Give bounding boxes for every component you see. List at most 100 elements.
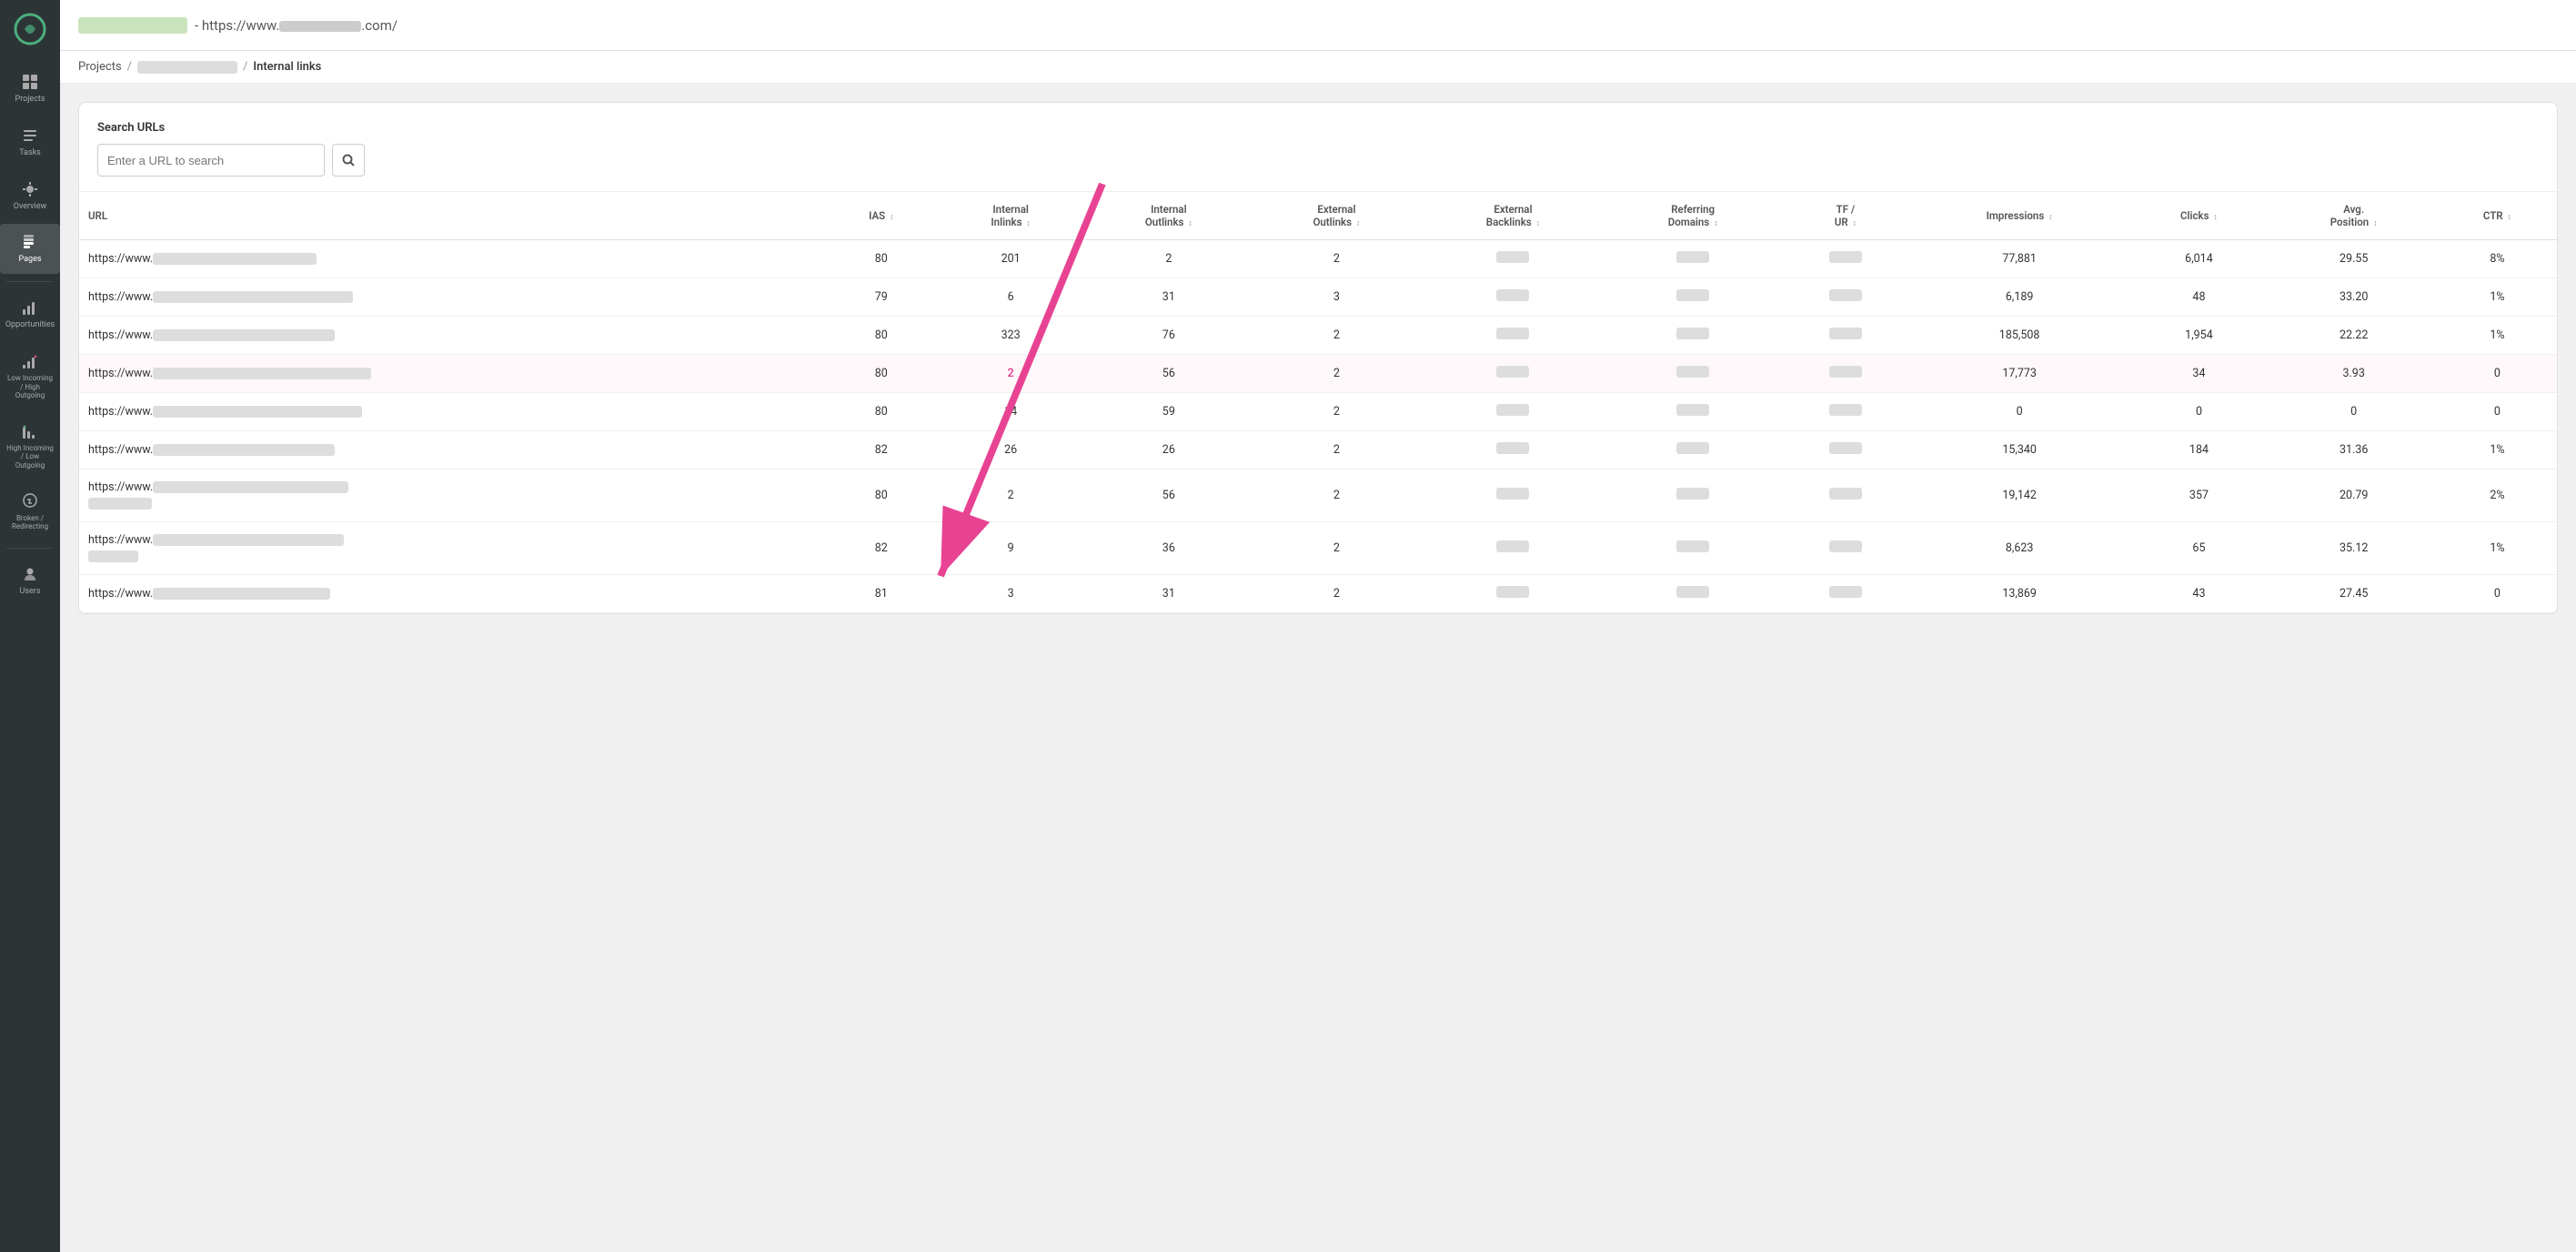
url-blurred [153,329,335,341]
backlinks-cell [1421,575,1605,613]
topbar-brand: - https://www..com/ [78,17,397,34]
col-tf-ur[interactable]: TF /UR ↕ [1780,192,1911,240]
cell-blurred [1829,251,1862,263]
url-blurred [153,444,335,456]
inlinks-cell: 3 [937,575,1085,613]
impressions-cell: 15,340 [1911,431,2128,470]
cell-blurred [1676,366,1709,378]
url-cell: https://www. [79,431,826,470]
breadcrumb-projects[interactable]: Projects [78,60,122,74]
cell-blurred [1829,328,1862,339]
url-blurred-2 [88,550,138,562]
sidebar-item-pages[interactable]: Pages [0,224,60,274]
sidebar-item-opportunities[interactable]: Opportunities [0,289,60,339]
ctr-cell: 0 [2438,575,2557,613]
url-cell: https://www. [79,240,826,278]
col-external-backlinks[interactable]: ExternalBacklinks ↕ [1421,192,1605,240]
sidebar-item-tasks-label: Tasks [19,148,41,158]
url-cell: https://www. [79,522,826,575]
clicks-cell: 6,014 [2128,240,2269,278]
cell-blurred [1829,540,1862,552]
tf-ur-cell [1780,522,1911,575]
cell-blurred [1676,442,1709,454]
ref-domains-cell [1605,355,1780,393]
col-impressions[interactable]: Impressions ↕ [1911,192,2128,240]
impressions-cell: 13,869 [1911,575,2128,613]
col-internal-outlinks[interactable]: InternalOutlinks ↕ [1085,192,1253,240]
sidebar-item-pages-label: Pages [19,255,42,265]
col-internal-inlinks[interactable]: InternalInlinks ↕ [937,192,1085,240]
search-label: Search URLs [97,121,2539,135]
outlinks-cell: 31 [1085,575,1253,613]
breadcrumb-project-name [137,61,237,74]
cell-blurred [1676,488,1709,500]
cell-blurred [1676,540,1709,552]
cell-blurred [1676,586,1709,598]
topbar: - https://www..com/ [60,0,2576,51]
ref-domains-cell [1605,522,1780,575]
url-text: https://www. [88,533,153,547]
col-ctr[interactable]: CTR ↕ [2438,192,2557,240]
col-url[interactable]: URL [79,192,826,240]
col-avg-position[interactable]: Avg.Position ↕ [2270,192,2438,240]
col-external-outlinks[interactable]: ExternalOutlinks ↕ [1253,192,1421,240]
table-body: https://www. 80 201 2 2 77,881 6,014 29.… [79,240,2557,613]
avg-pos-cell: 31.36 [2270,431,2438,470]
ctr-cell: 1% [2438,317,2557,355]
backlinks-cell [1421,431,1605,470]
breadcrumb-current: Internal links [253,60,321,74]
ias-cell: 81 [826,575,937,613]
url-cell: https://www. [79,317,826,355]
ias-cell: 80 [826,393,937,431]
search-input[interactable] [97,144,325,177]
inlinks-cell: 2 [937,470,1085,522]
sidebar-item-low-incoming-label: Low Incoming / High Outgoing [5,374,55,400]
col-clicks[interactable]: Clicks ↕ [2128,192,2269,240]
col-ias[interactable]: IAS ↕ [826,192,937,240]
clicks-cell: 48 [2128,278,2269,317]
inlinks-cell: 9 [937,522,1085,575]
col-referring-domains[interactable]: ReferringDomains ↕ [1605,192,1780,240]
search-button[interactable] [332,144,365,177]
impressions-cell: 17,773 [1911,355,2128,393]
backlinks-cell [1421,393,1605,431]
ctr-cell: 0 [2438,355,2557,393]
brand-logo [78,17,187,34]
avg-pos-cell: 22.22 [2270,317,2438,355]
cell-blurred [1676,251,1709,263]
url-blurred [153,534,344,546]
topbar-title: - https://www..com/ [195,17,397,34]
avg-pos-cell: 27.45 [2270,575,2438,613]
sidebar-item-projects[interactable]: Projects [0,64,60,114]
cell-blurred [1496,289,1529,301]
sidebar-item-high-incoming[interactable]: High Incoming / Low Outgoing [0,413,60,480]
table-row: https://www. 82 9 36 2 8,623 [79,522,2557,575]
cell-blurred [1829,404,1862,416]
backlinks-cell [1421,278,1605,317]
sidebar-item-broken[interactable]: Broken / Redirecting [0,483,60,540]
ref-domains-cell [1605,470,1780,522]
url-blurred [153,588,330,600]
search-section: Search URLs [79,103,2557,192]
cell-blurred [1829,586,1862,598]
ref-domains-cell [1605,393,1780,431]
cell-blurred [1829,488,1862,500]
content-area: Search URLs URL [60,84,2576,1252]
url-cell: https://www. [79,355,826,393]
backlinks-cell [1421,317,1605,355]
url-text: https://www. [88,443,153,457]
ias-cell: 79 [826,278,937,317]
ias-cell: 80 [826,470,937,522]
tf-ur-cell [1780,431,1911,470]
ref-domains-cell [1605,575,1780,613]
ctr-cell: 0 [2438,393,2557,431]
inlinks-cell: 14 [937,393,1085,431]
sidebar-item-users[interactable]: Users [0,556,60,606]
table-row: https://www. 80 2 56 2 19,142 [79,470,2557,522]
breadcrumb-sep-2: / [243,60,247,74]
sidebar-item-overview[interactable]: Overview [0,171,60,221]
ctr-cell: 1% [2438,431,2557,470]
sidebar-item-tasks[interactable]: Tasks [0,117,60,167]
sidebar-item-low-incoming[interactable]: Low Incoming / High Outgoing [0,343,60,409]
outlinks-cell: 76 [1085,317,1253,355]
